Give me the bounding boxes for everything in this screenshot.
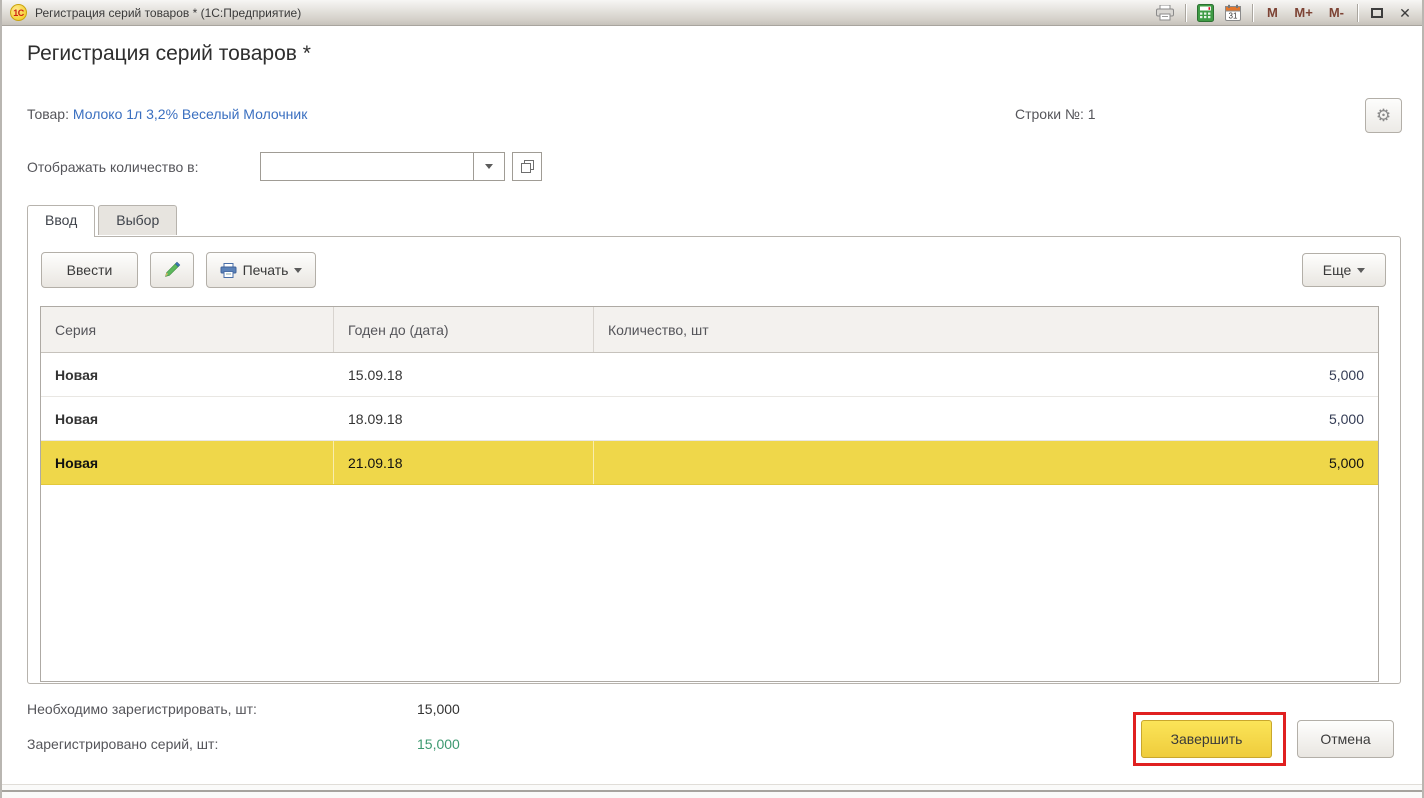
tab-panel: Ввести Печать [27,236,1401,684]
cancel-button[interactable]: Отмена [1297,720,1394,758]
pencil-icon [163,261,181,279]
titlebar: 1С Регистрация серий товаров * (1С:Предп… [2,0,1422,26]
more-button-label: Еще [1323,262,1352,278]
finish-button[interactable]: Завершить [1141,720,1272,758]
close-icon: ✕ [1399,6,1411,20]
close-button[interactable]: ✕ [1396,3,1414,23]
table-row-selected[interactable]: Новая 21.09.18 5,000 [41,441,1378,485]
rows-counter: Строки №: 1 [1015,106,1096,122]
more-button[interactable]: Еще [1302,253,1386,287]
column-header-series[interactable]: Серия [41,307,334,352]
cell-series: Новая [41,441,334,484]
display-unit-input[interactable] [261,153,473,180]
series-table: Серия Годен до (дата) Количество, шт Нов… [40,306,1379,682]
column-header-best-before[interactable]: Годен до (дата) [334,307,594,352]
svg-text:31: 31 [1229,11,1238,20]
chevron-down-icon [1357,268,1365,273]
cell-series: Новая [41,397,334,440]
1c-logo-icon: 1С [10,4,27,21]
product-label: Товар: [27,106,69,122]
memory-minus-button[interactable]: M- [1326,3,1347,23]
print-icon [220,263,237,278]
settings-button[interactable]: ⚙ [1365,98,1402,133]
titlebar-separator [1252,4,1253,22]
cell-series: Новая [41,353,334,396]
memory-recall-button[interactable]: M [1263,3,1281,23]
chevron-down-icon [485,164,493,169]
table-row[interactable]: Новая 15.09.18 5,000 [41,353,1378,397]
print-button[interactable]: Печать [206,252,316,288]
column-header-qty[interactable]: Количество, шт [594,307,1378,352]
chevron-down-icon [294,268,302,273]
maximize-button[interactable] [1368,3,1386,23]
product-row: Товар: Молоко 1л 3,2% Веселый Молочник [27,106,307,122]
enter-button[interactable]: Ввести [41,252,138,288]
calculator-icon [1197,4,1214,22]
titlebar-separator [1357,4,1358,22]
edit-button[interactable] [150,252,194,288]
open-list-icon [520,159,535,174]
product-link[interactable]: Молоко 1л 3,2% Веселый Молочник [73,106,307,122]
registered-qty-value: 15,000 [417,736,460,752]
app-window: 1С Регистрация серий товаров * (1С:Предп… [0,0,1424,798]
cell-best-before: 21.09.18 [334,441,594,484]
display-unit-row: Отображать количество в: [27,152,542,181]
cell-best-before: 15.09.18 [334,353,594,396]
display-unit-label: Отображать количество в: [27,159,260,175]
window-bottom-line [2,790,1422,792]
cell-qty: 5,000 [594,353,1378,396]
tab-vvod[interactable]: Ввод [27,205,95,237]
window-bottom-border [2,784,1422,798]
table-row[interactable]: Новая 18.09.18 5,000 [41,397,1378,441]
print-button-label: Печать [243,262,289,278]
memory-plus-button[interactable]: M+ [1291,3,1315,23]
printer-icon [1155,5,1175,21]
maximize-icon [1371,8,1383,18]
display-unit-choose-button[interactable] [512,152,542,181]
tab-vybor[interactable]: Выбор [98,205,177,235]
cell-qty: 5,000 [594,397,1378,440]
gear-icon: ⚙ [1376,106,1391,126]
table-header-row: Серия Годен до (дата) Количество, шт [41,307,1378,353]
window-title: Регистрация серий товаров * (1С:Предприя… [35,6,301,20]
page-title: Регистрация серий товаров * [27,42,311,66]
registered-qty-label: Зарегистрировано серий, шт: [27,736,218,752]
calendar-button[interactable]: 31 [1224,3,1242,23]
calendar-icon: 31 [1224,4,1242,22]
display-unit-combo [260,152,505,181]
calculator-button[interactable] [1196,3,1214,23]
required-qty-value: 15,000 [417,701,460,717]
cell-best-before: 18.09.18 [334,397,594,440]
display-unit-dropdown-button[interactable] [473,153,504,180]
print-titlebar-button[interactable] [1155,3,1175,23]
tab-bar: Ввод Выбор [27,205,180,235]
required-qty-label: Необходимо зарегистрировать, шт: [27,701,257,717]
cell-qty: 5,000 [594,441,1378,484]
titlebar-separator [1185,4,1186,22]
